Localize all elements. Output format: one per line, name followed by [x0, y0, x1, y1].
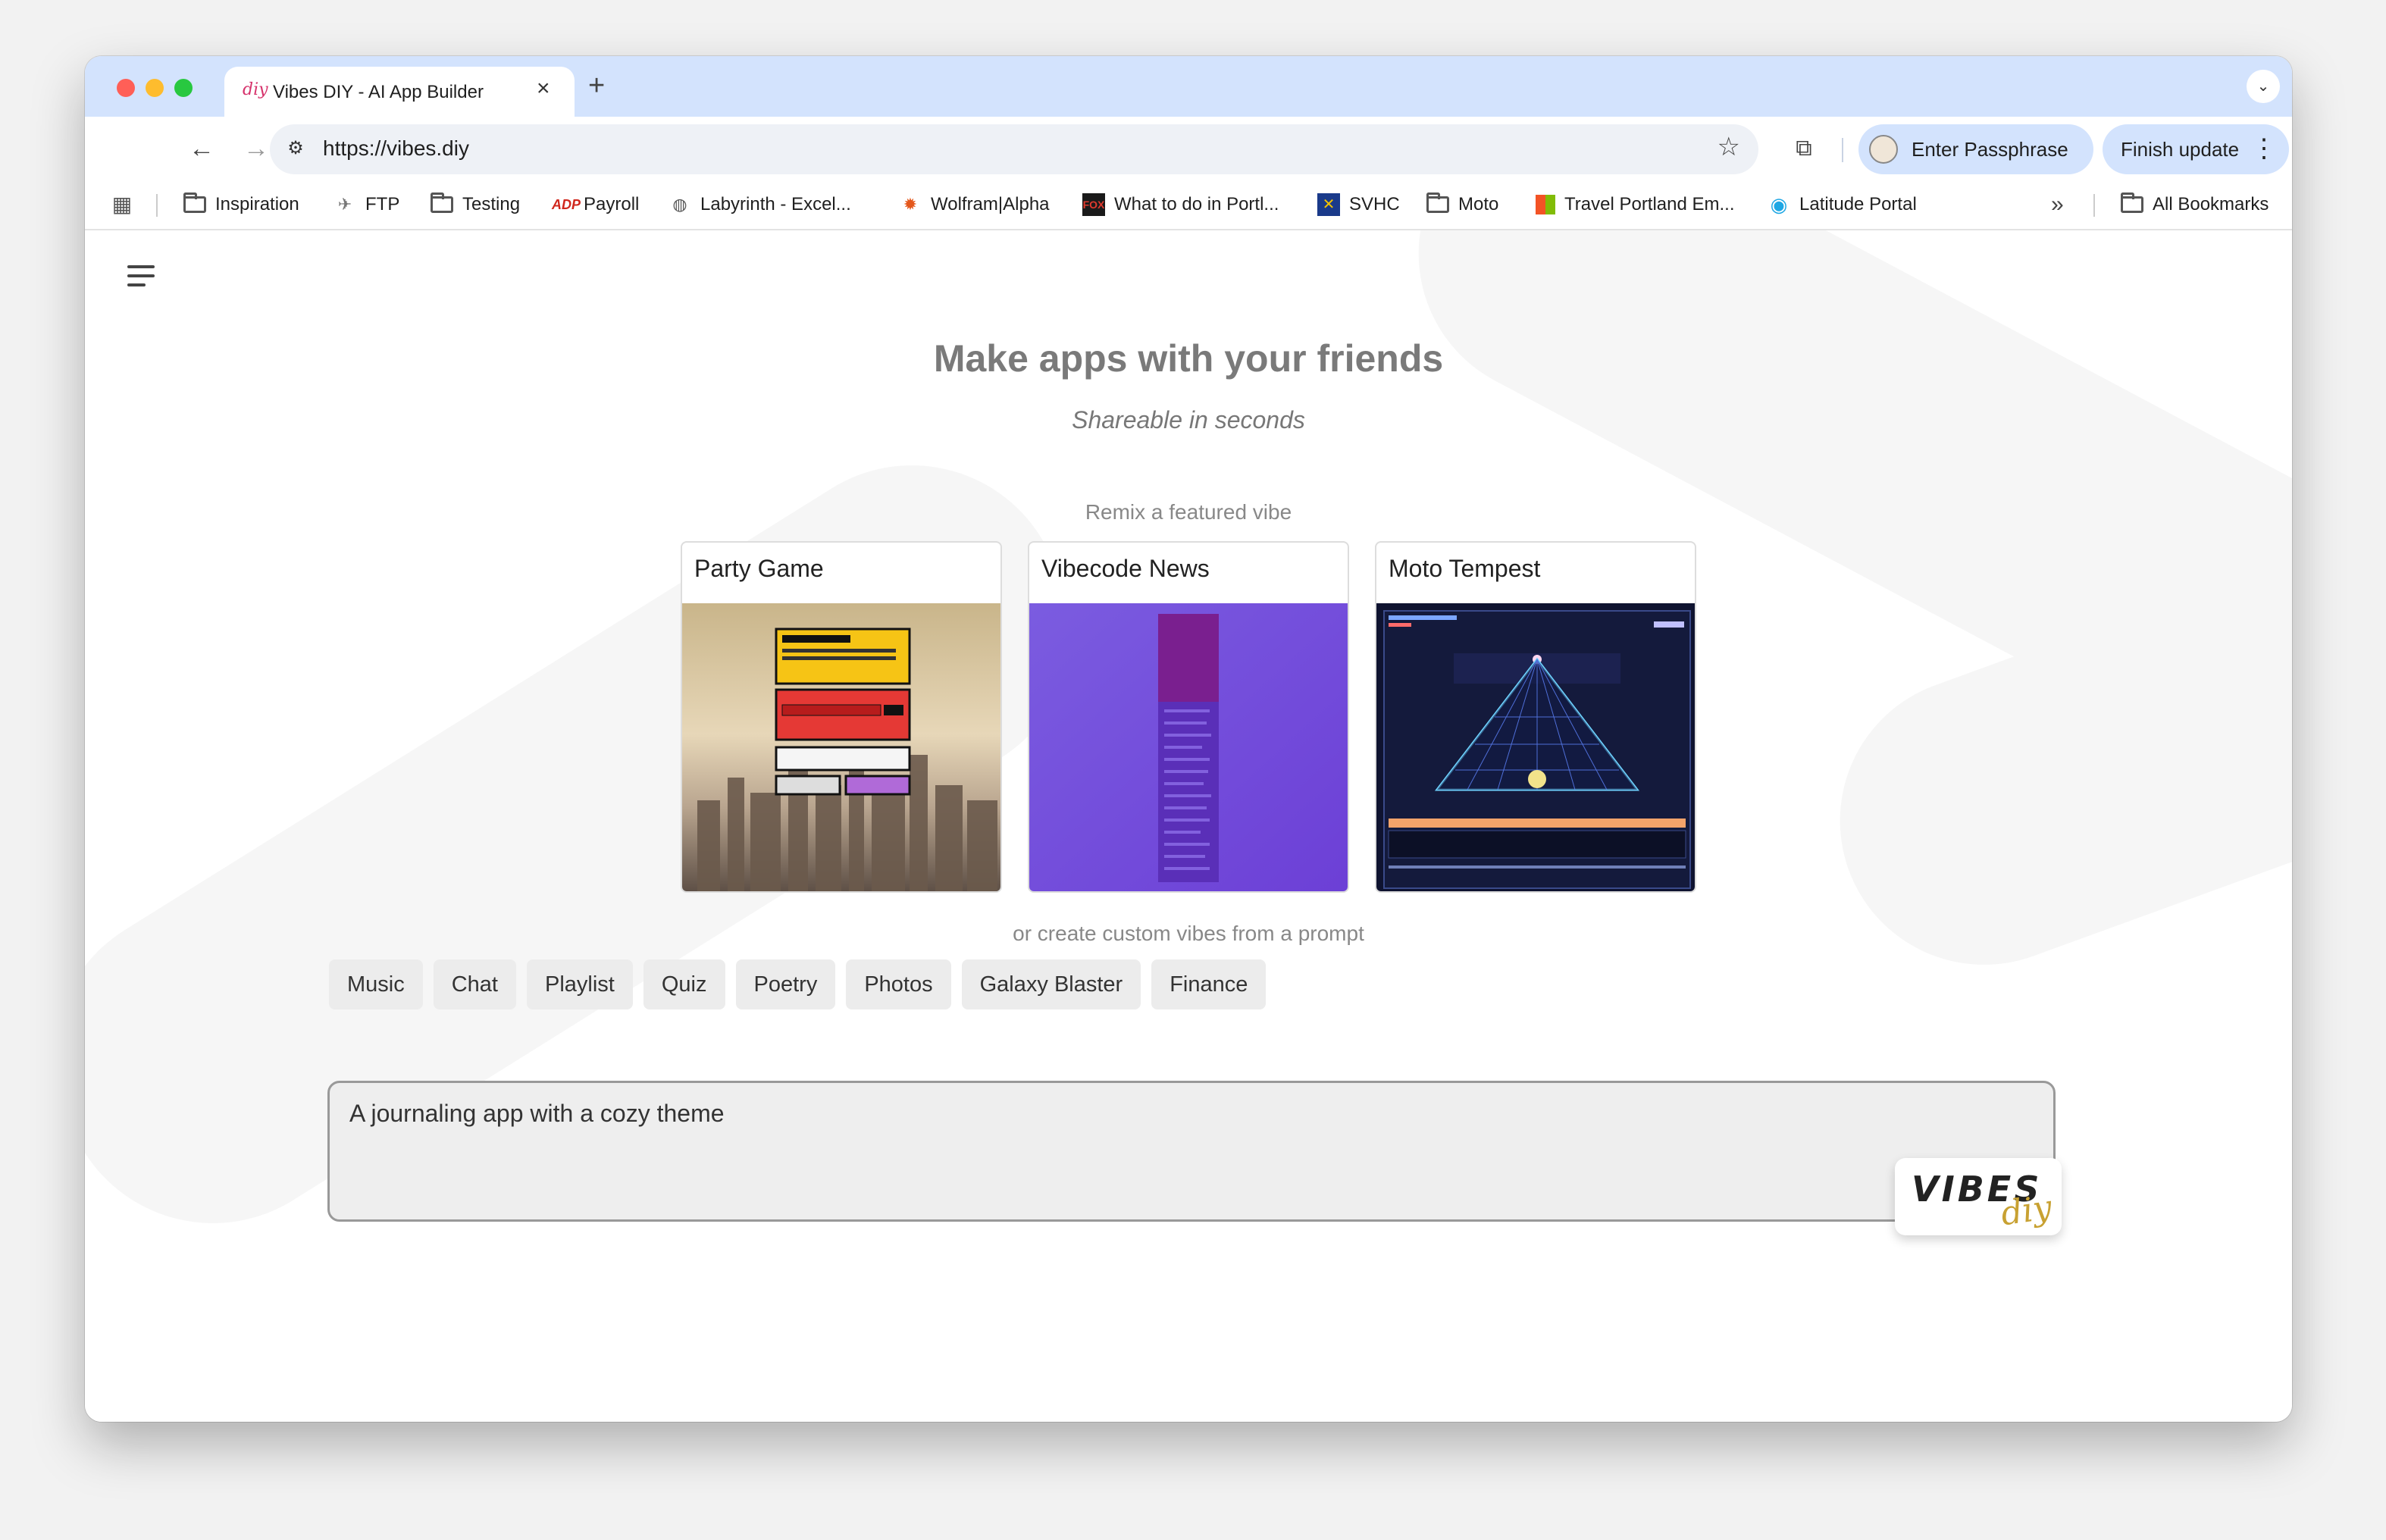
toolbar-divider	[1842, 138, 1843, 162]
menu-hamburger-icon[interactable]	[123, 261, 161, 291]
prompt-chips: Music Chat Playlist Quiz Poetry Photos G…	[329, 959, 1267, 1009]
tab-title: Vibes DIY - AI App Builder	[273, 82, 484, 102]
chip-playlist[interactable]: Playlist	[527, 959, 633, 1009]
chip-music[interactable]: Music	[329, 959, 423, 1009]
folder-icon	[1426, 192, 1449, 213]
vibes-diy-logo-button[interactable]: VIBES diy	[1895, 1158, 2062, 1235]
folder-icon	[431, 192, 453, 213]
bookmark-wolfram-alpha[interactable]: ✹ Wolfram|Alpha	[899, 191, 1050, 218]
more-menu-icon[interactable]: ⋮	[2251, 132, 2277, 165]
fox-icon: FOX	[1082, 193, 1105, 216]
bookmark-ftp[interactable]: ✈ FTP	[333, 191, 400, 218]
ftp-icon: ✈	[337, 195, 352, 214]
browser-toolbar: ← → ↻ ⚙ https://vibes.diy ☆ ⧉ Enter Pass…	[85, 117, 2292, 182]
bookmark-star-icon[interactable]: ☆	[1717, 132, 1740, 162]
featured-card-vibecode-news[interactable]: Vibecode News	[1028, 541, 1349, 893]
chip-photos[interactable]: Photos	[846, 959, 951, 1009]
folder-icon	[2121, 192, 2143, 213]
enter-passphrase-button[interactable]: Enter Passphrase	[1858, 124, 2093, 174]
moto-tempest-preview-image	[1376, 603, 1695, 891]
card-title: Party Game	[694, 555, 824, 582]
prompt-text[interactable]: A journaling app with a cozy theme	[349, 1100, 725, 1128]
apps-grid-icon[interactable]: ▦	[111, 191, 133, 218]
bookmark-portland[interactable]: FOX What to do in Portl...	[1082, 191, 1279, 218]
site-settings-icon[interactable]: ⚙	[282, 135, 309, 162]
page-content: Make apps with your friends Shareable in…	[85, 230, 2292, 1422]
vibes-favicon-icon: diy	[243, 80, 268, 99]
chip-quiz[interactable]: Quiz	[643, 959, 725, 1009]
maximize-window-button[interactable]	[174, 79, 193, 97]
close-tab-icon[interactable]: ×	[537, 77, 550, 100]
latitude-icon: ◉	[1770, 193, 1788, 216]
adp-icon: ADP	[552, 197, 581, 212]
card-title: Vibecode News	[1041, 555, 1210, 582]
bookmarks-divider	[2093, 194, 2095, 217]
all-bookmarks-button[interactable]: All Bookmarks	[2121, 191, 2269, 218]
svhc-icon: ✕	[1317, 193, 1340, 216]
url-text[interactable]: https://vibes.diy	[323, 136, 469, 161]
chip-chat[interactable]: Chat	[433, 959, 516, 1009]
finish-update-label: Finish update	[2121, 138, 2240, 161]
featured-label: Remix a featured vibe	[1085, 500, 1292, 524]
page-subtitle: Shareable in seconds	[1072, 406, 1305, 434]
featured-card-moto-tempest[interactable]: Moto Tempest	[1375, 541, 1696, 893]
bookmark-inspiration[interactable]: Inspiration	[183, 191, 299, 218]
diy-logo-text: diy	[1998, 1188, 2055, 1234]
profile-avatar-icon	[1869, 135, 1898, 164]
finish-update-button[interactable]: Finish update ⋮	[2103, 124, 2289, 174]
bookmark-svhc[interactable]: ✕ SVHC	[1317, 191, 1400, 218]
enter-passphrase-label: Enter Passphrase	[1912, 138, 2068, 161]
microsoft-icon	[1536, 195, 1555, 214]
bookmark-moto[interactable]: Moto	[1426, 191, 1498, 218]
card-title: Moto Tempest	[1389, 555, 1541, 582]
back-arrow-icon[interactable]: ←	[180, 127, 223, 170]
extensions-puzzle-icon[interactable]: ⧉	[1786, 130, 1822, 167]
bookmark-latitude-portal[interactable]: ◉ Latitude Portal	[1768, 191, 1917, 218]
new-tab-button[interactable]: +	[588, 71, 605, 100]
bookmarks-divider	[156, 194, 158, 217]
tab-search-chevron-icon[interactable]: ⌄	[2247, 70, 2280, 103]
folder-icon	[183, 192, 206, 213]
create-prompt-label: or create custom vibes from a prompt	[1013, 922, 1364, 945]
address-bar[interactable]: ⚙ https://vibes.diy ☆	[270, 124, 1758, 174]
featured-card-party-game[interactable]: Party Game	[681, 541, 1002, 893]
page-title: Make apps with your friends	[933, 337, 1444, 380]
bookmarks-bar: ▦ Inspiration ✈ FTP Testing ADP Payroll …	[85, 182, 2292, 230]
chip-galaxy-blaster[interactable]: Galaxy Blaster	[961, 959, 1141, 1009]
bookmark-payroll[interactable]: ADP Payroll	[552, 191, 639, 218]
wolfram-icon: ✹	[903, 195, 918, 214]
prompt-input[interactable]: A journaling app with a cozy theme	[327, 1081, 2056, 1222]
browser-window: diy Vibes DIY - AI App Builder × + ⌄ ← →…	[85, 56, 2292, 1422]
minimize-window-button[interactable]	[146, 79, 164, 97]
chip-poetry[interactable]: Poetry	[735, 959, 836, 1009]
bookmark-labyrinth[interactable]: ◍ Labyrinth - Excel...	[669, 191, 850, 218]
tab-strip: diy Vibes DIY - AI App Builder × + ⌄	[85, 56, 2292, 117]
chip-finance[interactable]: Finance	[1151, 959, 1267, 1009]
vibecode-news-preview-image	[1029, 603, 1348, 891]
bookmark-travel-portland[interactable]: Travel Portland Em...	[1536, 191, 1735, 218]
tab-vibes-diy[interactable]: diy Vibes DIY - AI App Builder ×	[224, 67, 575, 117]
bookmarks-overflow-icon[interactable]: »	[2051, 191, 2064, 218]
close-window-button[interactable]	[117, 79, 135, 97]
party-game-preview-image	[682, 603, 1000, 891]
bookmark-testing[interactable]: Testing	[431, 191, 520, 218]
globe-icon: ◍	[672, 195, 687, 214]
